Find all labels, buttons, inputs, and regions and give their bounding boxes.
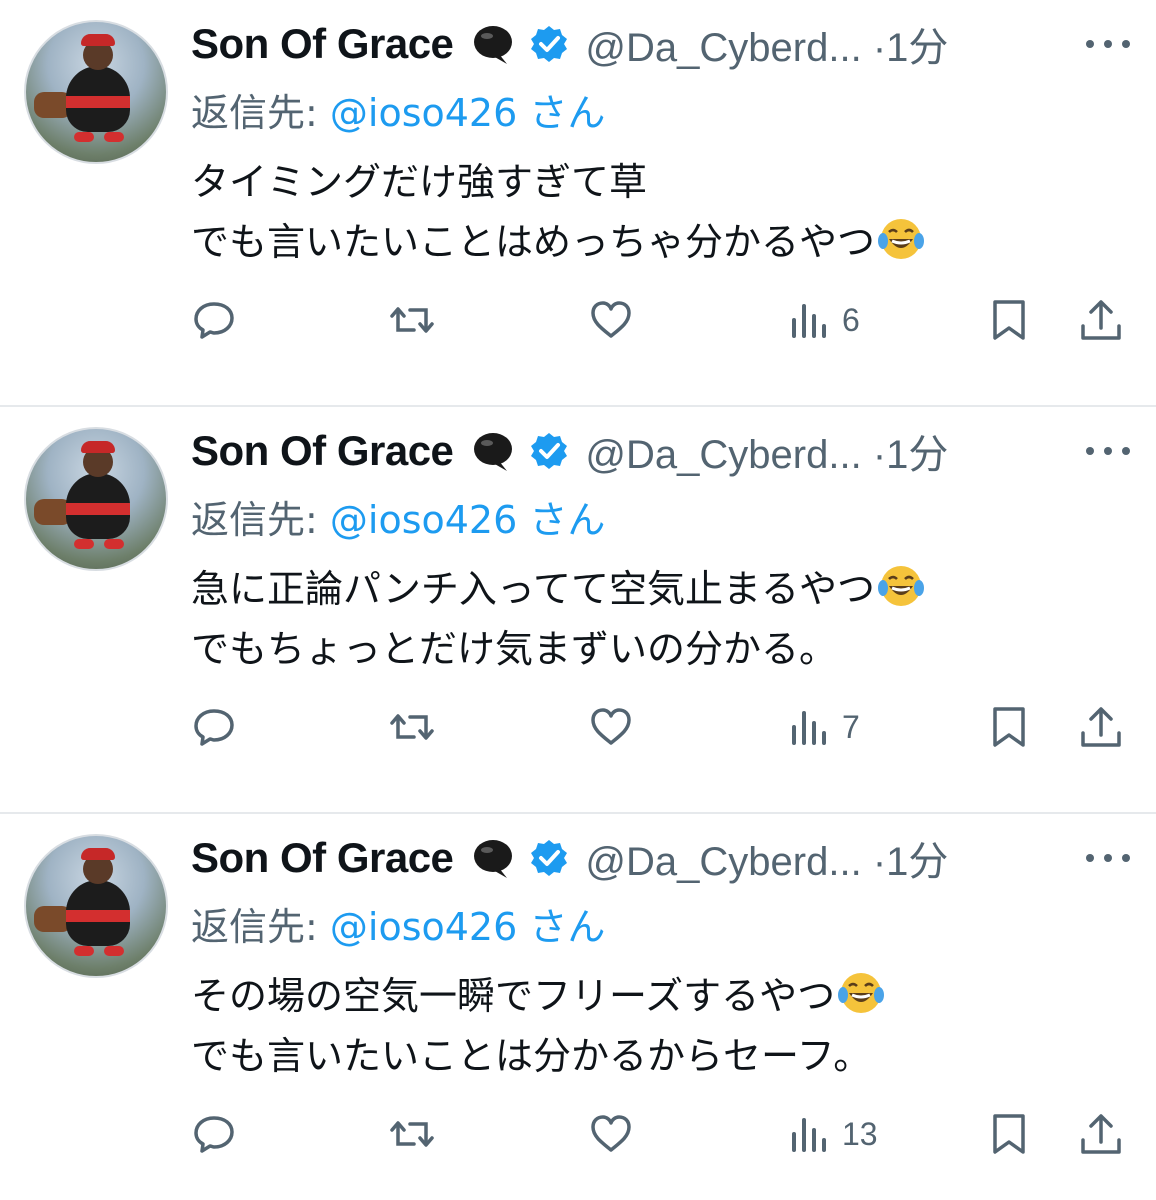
speech-bubble-icon: [474, 840, 513, 878]
reply-context: 返信先: @ioso426 さん: [191, 905, 606, 949]
tears-of-joy-emoji-icon: [838, 973, 885, 1013]
views-button[interactable]: 13: [786, 1104, 878, 1164]
retweet-icon: [390, 714, 434, 740]
like-button[interactable]: [587, 1104, 635, 1164]
more-icon[interactable]: [1084, 445, 1132, 457]
share-icon: [1081, 1114, 1121, 1154]
tweet-header: Son Of Grace @Da_Cyberd... ·1分: [191, 16, 1141, 72]
retweet-button[interactable]: [388, 290, 436, 350]
tweet-text: 急に正論パンチ入ってて空気止まるやつ でもちょっとだけ気まずいの分かる。: [191, 559, 925, 679]
views-count: 7: [842, 708, 860, 745]
views-icon: [792, 1118, 826, 1152]
views-count: 6: [842, 301, 860, 338]
author-name[interactable]: Son Of Grace: [191, 834, 454, 882]
retweet-icon: [390, 307, 434, 333]
reply-icon: [194, 302, 234, 339]
reply-mention[interactable]: @ioso426 さん: [330, 91, 605, 135]
share-button[interactable]: [1077, 697, 1125, 757]
tears-of-joy-emoji-icon: [878, 566, 925, 606]
action-bar: 13: [0, 1104, 1156, 1164]
more-icon[interactable]: [1084, 38, 1132, 50]
speech-bubble-icon: [474, 433, 513, 471]
bookmark-icon: [993, 1114, 1025, 1154]
share-button[interactable]: [1077, 290, 1125, 350]
retweet-icon: [390, 1121, 434, 1147]
reply-context: 返信先: @ioso426 さん: [191, 498, 606, 542]
tweet-line: タイミングだけ強すぎて草: [191, 160, 648, 204]
like-button[interactable]: [587, 290, 635, 350]
tweet[interactable]: Son Of Grace @Da_Cyberd... ·1分 返信先: @ios…: [0, 0, 1156, 407]
share-icon: [1081, 300, 1121, 340]
retweet-button[interactable]: [388, 1104, 436, 1164]
tweet[interactable]: Son Of Grace @Da_Cyberd... ·1分 返信先: @ios…: [0, 814, 1156, 1200]
views-button[interactable]: 7: [786, 697, 860, 757]
bookmark-button[interactable]: [985, 697, 1033, 757]
action-bar: 6: [0, 290, 1156, 350]
reply-button[interactable]: [190, 290, 238, 350]
bookmark-button[interactable]: [985, 290, 1033, 350]
share-icon: [1081, 707, 1121, 747]
reply-button[interactable]: [190, 697, 238, 757]
author-name[interactable]: Son Of Grace: [191, 427, 454, 475]
tweet-text: タイミングだけ強すぎて草 でも言いたいことはめっちゃ分かるやつ: [191, 152, 925, 272]
views-icon: [792, 711, 826, 745]
reply-icon: [194, 709, 234, 746]
timestamp: 1分: [886, 840, 949, 884]
timeline: Son Of Grace @Da_Cyberd... ·1分 返信先: @ios…: [0, 0, 1156, 1200]
reply-icon: [194, 1116, 234, 1153]
tweet-header: Son Of Grace @Da_Cyberd... ·1分: [191, 423, 1141, 479]
author-handle[interactable]: @Da_Cyberd... ·1分: [585, 15, 948, 73]
retweet-button[interactable]: [388, 697, 436, 757]
avatar[interactable]: [24, 834, 168, 978]
views-button[interactable]: 6: [786, 290, 860, 350]
tweet-line: 急に正論パンチ入ってて空気止まるやつ: [191, 559, 925, 619]
tweet-line: でも言いたいことは分かるからセーフ。: [191, 1034, 872, 1078]
action-bar: 7: [0, 697, 1156, 757]
views-icon: [792, 304, 826, 338]
timestamp: 1分: [886, 26, 949, 70]
avatar[interactable]: [24, 427, 168, 571]
tweet-header: Son Of Grace @Da_Cyberd... ·1分: [191, 830, 1141, 886]
timestamp: 1分: [886, 433, 949, 477]
tweet-line: その場の空気一瞬でフリーズするやつ: [191, 966, 885, 1026]
author-name[interactable]: Son Of Grace: [191, 20, 454, 68]
tweet-line: でもちょっとだけ気まずいの分かる。: [191, 627, 838, 671]
bookmark-icon: [993, 707, 1025, 747]
reply-context: 返信先: @ioso426 さん: [191, 91, 606, 135]
bookmark-button[interactable]: [985, 1104, 1033, 1164]
like-button[interactable]: [587, 697, 635, 757]
like-icon: [591, 301, 631, 338]
like-icon: [591, 708, 631, 745]
verified-badge-icon: [531, 26, 568, 62]
verified-badge-icon: [531, 840, 568, 876]
bookmark-icon: [993, 300, 1025, 340]
tweet-line: でも言いたいことはめっちゃ分かるやつ: [191, 212, 925, 272]
speech-bubble-icon: [474, 26, 513, 64]
reply-button[interactable]: [190, 1104, 238, 1164]
like-icon: [591, 1115, 631, 1152]
reply-mention[interactable]: @ioso426 さん: [330, 498, 605, 542]
more-icon[interactable]: [1084, 852, 1132, 864]
tweet-text: その場の空気一瞬でフリーズするやつ でも言いたいことは分かるからセーフ。: [191, 966, 885, 1086]
avatar[interactable]: [24, 20, 168, 164]
views-count: 13: [842, 1115, 878, 1152]
tweet[interactable]: Son Of Grace @Da_Cyberd... ·1分 返信先: @ios…: [0, 407, 1156, 814]
share-button[interactable]: [1077, 1104, 1125, 1164]
author-handle[interactable]: @Da_Cyberd... ·1分: [585, 422, 948, 480]
reply-mention[interactable]: @ioso426 さん: [330, 905, 605, 949]
verified-badge-icon: [531, 433, 568, 469]
author-handle[interactable]: @Da_Cyberd... ·1分: [585, 829, 948, 887]
tears-of-joy-emoji-icon: [878, 219, 925, 259]
